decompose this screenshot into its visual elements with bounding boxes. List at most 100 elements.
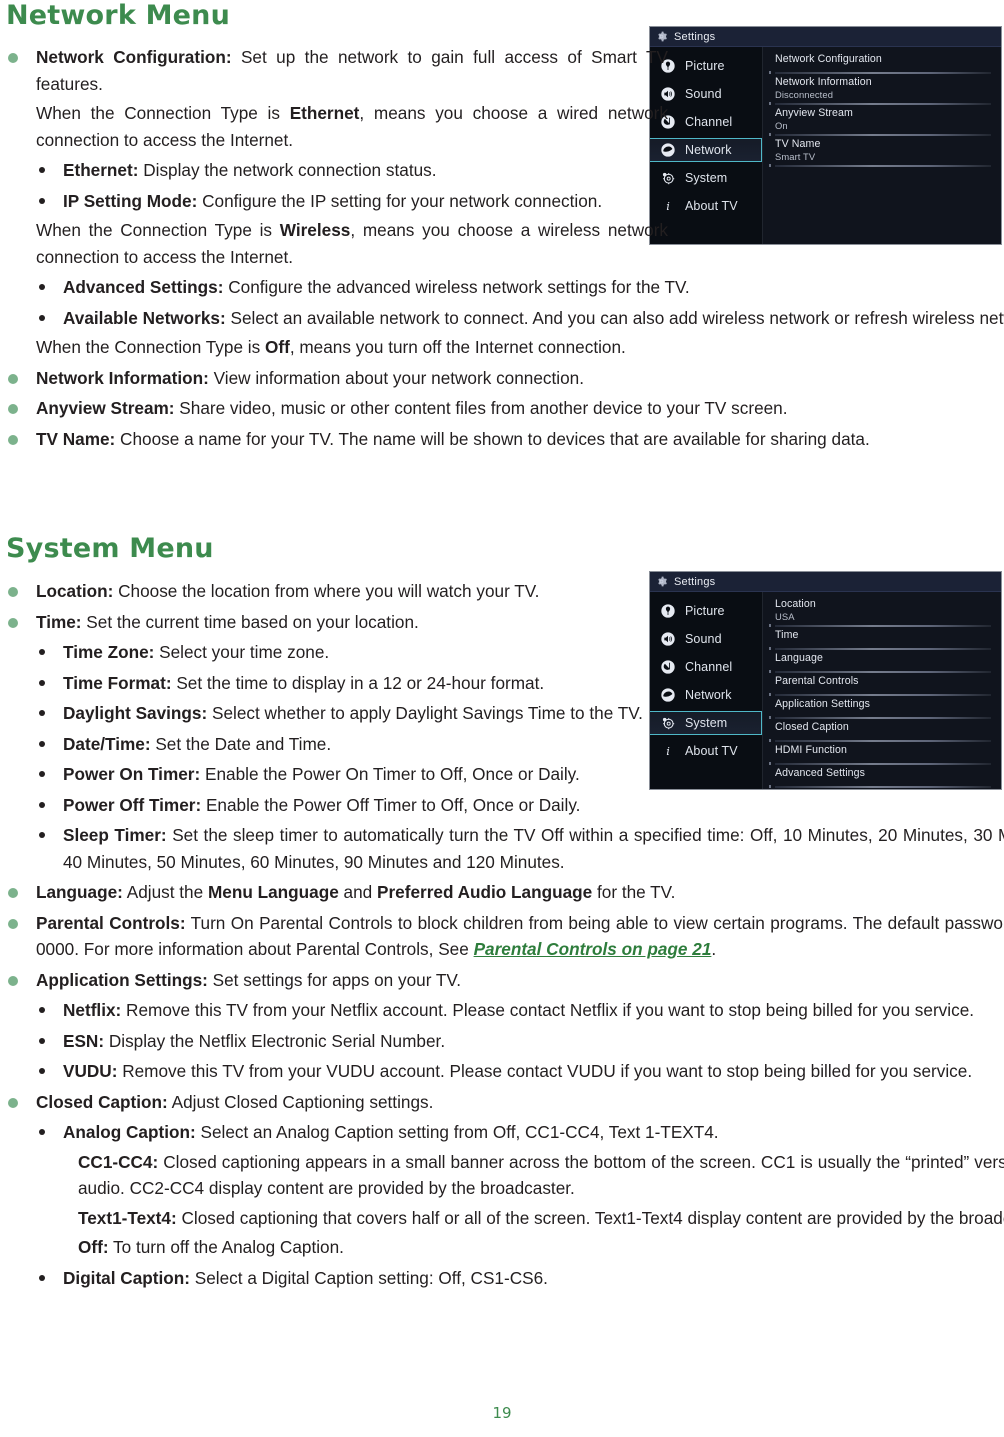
term-desc: Display the Netflix Electronic Serial Nu… <box>104 1030 446 1051</box>
term-desc: Share video, music or other content file… <box>174 398 788 418</box>
bullet-icon <box>8 373 18 384</box>
bullet-icon <box>8 587 18 597</box>
list-item-application-settings: Application Settings: Set settings for a… <box>6 967 1004 994</box>
term-label: Closed Caption: <box>36 1091 168 1112</box>
bullet-icon <box>39 314 45 321</box>
term-label: Location: <box>36 581 114 601</box>
term-label: Anyview Stream: <box>36 398 175 418</box>
bullet-icon <box>39 801 45 808</box>
term-label: ESN: <box>63 1030 105 1051</box>
bullet-icon <box>39 710 45 716</box>
term-label: Power Off Timer: <box>63 794 202 815</box>
term-label: Available Networks: <box>63 307 226 328</box>
text-pre: Adjust the <box>122 882 208 902</box>
term-label: Ethernet: <box>63 160 139 180</box>
list-item-anyview-stream: Anyview Stream: Share video, music or ot… <box>6 395 1004 422</box>
term-desc: Enable the Power Off Timer to Off, Once … <box>201 794 581 815</box>
term-desc: Closed captioning that covers half or al… <box>176 1207 1004 1228</box>
list-item-advanced-settings: Advanced Settings: Configure the advance… <box>6 274 1004 301</box>
term-desc: Remove this TV from your Netflix account… <box>121 1000 975 1020</box>
paragraph-cc1-cc4: CC1-CC4: Closed captioning appears in a … <box>6 1149 1004 1202</box>
manual-page: Settings Picture Sound Channel Network S… <box>0 0 1004 1437</box>
list-item-location: Location: Choose the location from where… <box>6 578 668 605</box>
list-item-time: Time: Set the current time based on your… <box>6 609 668 636</box>
list-item-vudu: VUDU: Remove this TV from your VUDU acco… <box>6 1058 1004 1085</box>
term-label: Off: <box>78 1237 109 1257</box>
bullet-icon <box>39 197 45 204</box>
page-number: 19 <box>492 1404 512 1422</box>
bullet-icon <box>39 1037 45 1044</box>
term-label: Network Configuration: <box>36 47 232 67</box>
text-pre: When the Connection Type is <box>36 337 265 357</box>
term-desc: Enable the Power On Timer to Off, Once o… <box>200 764 580 784</box>
bullet-icon <box>39 284 45 290</box>
term-desc: Closed captioning appears in a small ban… <box>78 1151 1004 1199</box>
list-item-closed-caption: Closed Caption: Adjust Closed Captioning… <box>6 1089 1004 1116</box>
list-item-time-zone: Time Zone: Select your time zone. <box>6 639 695 666</box>
list-item-date-time: Date/Time: Set the Date and Time. <box>6 731 695 758</box>
term-label: Network Information: <box>36 367 209 388</box>
term-desc: Set the sleep timer to automatically tur… <box>63 825 1004 872</box>
bullet-icon <box>8 1097 18 1108</box>
term-label: Daylight Savings: <box>63 703 208 723</box>
term-desc: Set the current time based on your locat… <box>81 611 419 632</box>
term-label: TV Name: <box>36 428 116 449</box>
bullet-icon <box>39 649 45 655</box>
list-item-available-networks: Available Networks: Select an available … <box>6 305 1004 332</box>
term-label: IP Setting Mode: <box>63 190 198 211</box>
list-item-network-information: Network Information: View information ab… <box>6 365 1004 392</box>
text-post: . <box>711 939 717 959</box>
term-desc: Select an available network to connect. … <box>225 307 1004 328</box>
list-item-daylight-savings: Daylight Savings: Select whether to appl… <box>6 700 695 727</box>
list-item-analog-caption: Analog Caption: Select an Analog Caption… <box>6 1119 1004 1146</box>
term-desc: View information about your network conn… <box>208 367 584 388</box>
bullet-icon <box>8 617 18 628</box>
term-label: Text1-Text4: <box>78 1207 177 1228</box>
bullet-icon <box>39 1068 45 1074</box>
paragraph-ethernet-intro: When the Connection Type is Ethernet, me… <box>6 100 668 153</box>
term-desc: Remove this TV from your VUDU account. P… <box>117 1061 973 1081</box>
term-label: Time Zone: <box>63 642 155 662</box>
paragraph-off: Off: To turn off the Analog Caption. <box>6 1234 1004 1261</box>
term-desc: Select whether to apply Daylight Savings… <box>207 703 643 723</box>
term-label: Date/Time: <box>63 733 151 754</box>
term-desc: Set the Date and Time. <box>150 733 332 754</box>
term-desc: Select an Analog Caption setting from Of… <box>195 1122 719 1142</box>
bullet-icon <box>8 434 18 445</box>
bullet-icon <box>8 53 18 63</box>
term-label: Advanced Settings: <box>63 277 224 297</box>
text-pre: When the Connection Type is <box>36 220 280 240</box>
term-desc: Configure the IP setting for your networ… <box>197 190 603 211</box>
text-bold-audio-language: Preferred Audio Language <box>377 882 593 902</box>
list-item-parental-controls: Parental Controls: Turn On Parental Cont… <box>6 910 1004 963</box>
bullet-icon <box>39 1007 45 1013</box>
bullet-icon <box>8 404 18 414</box>
paragraph-text1-text4: Text1-Text4: Closed captioning that cove… <box>6 1205 1004 1232</box>
bullet-icon <box>39 1274 45 1281</box>
text-post: for the TV. <box>592 882 676 902</box>
list-item-tv-name: TV Name: Choose a name for your TV. The … <box>6 426 1004 453</box>
system-menu-heading: System Menu <box>6 533 214 564</box>
term-label: Power On Timer: <box>63 764 201 784</box>
bullet-icon <box>39 740 45 747</box>
term-label: Application Settings: <box>36 969 208 990</box>
list-item-ethernet: Ethernet: Display the network connection… <box>6 157 695 184</box>
paragraph-wireless-intro: When the Connection Type is Wireless, me… <box>6 217 668 270</box>
text-bold: Off <box>264 337 290 357</box>
text-pre: When the Connection Type is <box>36 103 290 123</box>
term-desc: Adjust Closed Captioning settings. <box>167 1091 434 1112</box>
bullet-icon <box>39 1129 45 1135</box>
text-mid: and <box>338 882 378 902</box>
term-label: Language: <box>36 882 123 902</box>
network-menu-heading: Network Menu <box>6 0 231 31</box>
term-label: Time Format: <box>63 672 172 693</box>
bullet-icon <box>39 832 45 838</box>
text-post: , means you turn off the Internet connec… <box>289 337 626 357</box>
term-label: Parental Controls: <box>36 912 186 933</box>
bullet-icon <box>8 918 18 929</box>
bullet-icon <box>39 167 45 173</box>
term-label: VUDU: <box>63 1061 118 1081</box>
parental-controls-link[interactable]: Parental Controls on page 21 <box>474 939 712 959</box>
list-item-power-off-timer: Power Off Timer: Enable the Power Off Ti… <box>6 792 1004 819</box>
list-item-esn: ESN: Display the Netflix Electronic Seri… <box>6 1028 1004 1055</box>
